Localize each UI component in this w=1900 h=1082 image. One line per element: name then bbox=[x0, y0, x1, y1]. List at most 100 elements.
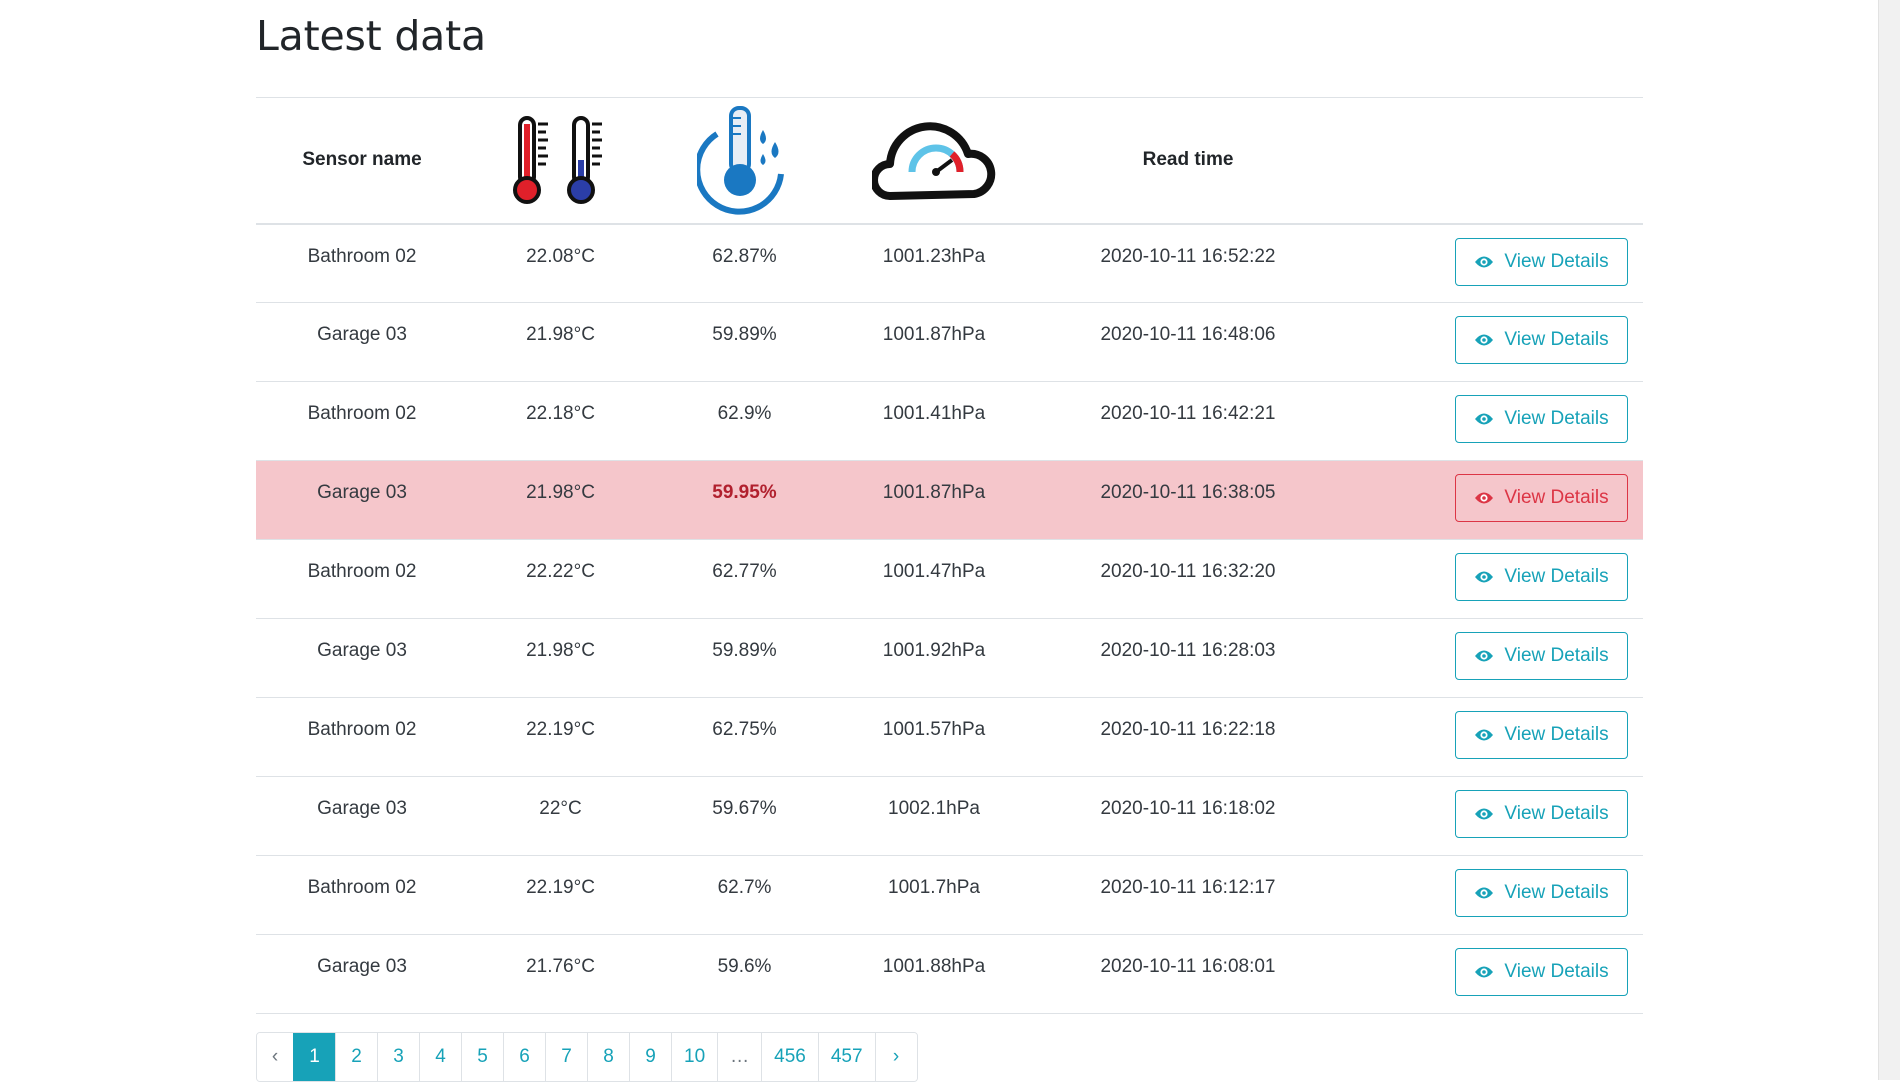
pagination-page-6[interactable]: 6 bbox=[503, 1033, 545, 1081]
pagination-page-456[interactable]: 456 bbox=[761, 1033, 818, 1081]
view-details-button[interactable]: View Details bbox=[1455, 790, 1628, 838]
sensor-name-cell: Garage 03 bbox=[256, 460, 468, 540]
pagination-page-8[interactable]: 8 bbox=[587, 1033, 629, 1081]
humidity-cell: 59.95% bbox=[653, 460, 836, 540]
view-details-label: View Details bbox=[1504, 487, 1609, 508]
action-cell: View Details bbox=[1344, 381, 1643, 461]
pressure-cell: 1001.7hPa bbox=[836, 855, 1032, 935]
action-cell: View Details bbox=[1344, 539, 1643, 619]
eye-icon bbox=[1474, 649, 1494, 663]
eye-icon bbox=[1474, 965, 1494, 979]
pressure-cell: 1001.88hPa bbox=[836, 934, 1032, 1014]
table-row: Bathroom 02 22.19°C 62.7% 1001.7hPa 2020-10-… bbox=[256, 855, 1643, 935]
pagination: ‹ 1 2 3 4 5 6 7 8 9 10… 456 457 › bbox=[256, 1032, 918, 1082]
view-details-label: View Details bbox=[1504, 408, 1609, 429]
table-row: Bathroom 02 22.08°C 62.87% 1001.23hPa 2020-1… bbox=[256, 223, 1643, 303]
humidity-cell: 59.6% bbox=[653, 934, 836, 1014]
read-time-cell: 2020-10-11 16:08:01 bbox=[1032, 934, 1344, 1014]
read-time-cell: 2020-10-11 16:12:17 bbox=[1032, 855, 1344, 935]
pagination-page-7[interactable]: 7 bbox=[545, 1033, 587, 1081]
view-details-button[interactable]: View Details bbox=[1455, 632, 1628, 680]
eye-icon bbox=[1474, 412, 1494, 426]
humidity-cell: 62.9% bbox=[653, 381, 836, 461]
view-details-button[interactable]: View Details bbox=[1455, 948, 1628, 996]
sensor-name-cell: Bathroom 02 bbox=[256, 381, 468, 461]
view-details-button[interactable]: View Details bbox=[1455, 395, 1628, 443]
column-header-read-time: Read time bbox=[1032, 97, 1344, 225]
sensor-name-cell: Bathroom 02 bbox=[256, 223, 468, 303]
eye-icon bbox=[1474, 570, 1494, 584]
page-scrollbar[interactable] bbox=[1878, 0, 1900, 1080]
view-details-label: View Details bbox=[1504, 250, 1609, 272]
eye-icon bbox=[1474, 728, 1494, 742]
eye-icon bbox=[1474, 333, 1494, 347]
pressure-cell: 1001.23hPa bbox=[836, 223, 1032, 303]
view-details-button[interactable]: View Details bbox=[1455, 711, 1628, 759]
column-header-sensor-name: Sensor name bbox=[256, 97, 468, 225]
table-row: Garage 03 21.98°C 59.89% 1001.87hPa 2020-10-… bbox=[256, 302, 1643, 382]
pagination-page-4[interactable]: 4 bbox=[419, 1033, 461, 1081]
pagination-page-1[interactable]: 1 bbox=[293, 1033, 335, 1081]
table-row: Garage 03 21.98°C 59.95% 1001.87hPa 2020-10-… bbox=[256, 460, 1643, 540]
sensor-name-cell: Bathroom 02 bbox=[256, 855, 468, 935]
pagination-page-9[interactable]: 9 bbox=[629, 1033, 671, 1081]
sensor-name-cell: Bathroom 02 bbox=[256, 539, 468, 619]
pagination-page-5[interactable]: 5 bbox=[461, 1033, 503, 1081]
sensor-name-cell: Garage 03 bbox=[256, 618, 468, 698]
sensor-name-cell: Bathroom 02 bbox=[256, 697, 468, 777]
humidity-cell: 62.77% bbox=[653, 539, 836, 619]
pressure-cell: 1001.47hPa bbox=[836, 539, 1032, 619]
humidity-cell: 62.87% bbox=[653, 223, 836, 303]
action-cell: View Details bbox=[1344, 618, 1643, 698]
pressure-cell: 1002.1hPa bbox=[836, 776, 1032, 856]
pagination-ellipsis: … bbox=[717, 1033, 762, 1081]
view-details-label: View Details bbox=[1504, 961, 1609, 982]
pagination-page-2[interactable]: 2 bbox=[335, 1033, 377, 1081]
pressure-cell: 1001.92hPa bbox=[836, 618, 1032, 698]
eye-icon bbox=[1474, 491, 1494, 505]
table-row: Bathroom 02 22.22°C 62.77% 1001.47hPa 2020-1… bbox=[256, 539, 1643, 619]
table-row: Bathroom 02 22.18°C 62.9% 1001.41hPa 2020-10… bbox=[256, 381, 1643, 461]
humidity-cell: 62.75% bbox=[653, 697, 836, 777]
pressure-gauge-cloud-icon bbox=[872, 122, 996, 201]
pagination-prev[interactable]: ‹ bbox=[257, 1033, 293, 1081]
read-time-cell: 2020-10-11 16:28:03 bbox=[1032, 618, 1344, 698]
pagination-page-457[interactable]: 457 bbox=[817, 1033, 875, 1081]
pagination-next[interactable]: › bbox=[874, 1033, 917, 1081]
main-container: Latest data Sensor name Read time Bathro… bbox=[256, 0, 1643, 1014]
pagination-page-3[interactable]: 3 bbox=[377, 1033, 419, 1081]
column-header-actions bbox=[1344, 97, 1643, 225]
view-details-label: View Details bbox=[1504, 803, 1609, 824]
view-details-button[interactable]: View Details bbox=[1455, 316, 1628, 364]
table-header-row: Sensor name Read time bbox=[256, 97, 1643, 225]
action-cell: View Details bbox=[1344, 460, 1643, 540]
view-details-button[interactable]: View Details bbox=[1455, 474, 1628, 522]
view-details-label: View Details bbox=[1504, 329, 1609, 350]
humidity-cell: 59.89% bbox=[653, 618, 836, 698]
sensor-name-cell: Garage 03 bbox=[256, 776, 468, 856]
pressure-cell: 1001.87hPa bbox=[836, 460, 1032, 540]
read-time-cell: 2020-10-11 16:22:18 bbox=[1032, 697, 1344, 777]
temperature-cell: 21.76°C bbox=[468, 934, 653, 1014]
column-header-humidity bbox=[653, 97, 836, 225]
table-row: Garage 03 21.98°C 59.89% 1001.92hPa 2020-10-… bbox=[256, 618, 1643, 698]
view-details-button[interactable]: View Details bbox=[1455, 869, 1628, 917]
view-details-button[interactable]: View Details bbox=[1455, 237, 1628, 286]
view-details-label: View Details bbox=[1504, 724, 1609, 745]
action-cell: View Details bbox=[1344, 697, 1643, 777]
humidity-thermometer-icon bbox=[696, 106, 784, 215]
action-cell: View Details bbox=[1344, 855, 1643, 935]
temperature-cell: 22°C bbox=[468, 776, 653, 856]
temperature-cell: 22.18°C bbox=[468, 381, 653, 461]
pagination-page-10[interactable]: 10 bbox=[671, 1033, 718, 1081]
view-details-label: View Details bbox=[1504, 566, 1609, 587]
read-time-cell: 2020-10-11 16:42:21 bbox=[1032, 381, 1344, 461]
temperature-cell: 22.19°C bbox=[468, 697, 653, 777]
read-time-cell: 2020-10-11 16:18:02 bbox=[1032, 776, 1344, 856]
pressure-cell: 1001.87hPa bbox=[836, 302, 1032, 382]
temperature-cell: 22.22°C bbox=[468, 539, 653, 619]
view-details-button[interactable]: View Details bbox=[1455, 553, 1628, 601]
temperature-cell: 22.08°C bbox=[468, 223, 653, 303]
action-cell: View Details bbox=[1344, 302, 1643, 382]
eye-icon bbox=[1474, 255, 1494, 269]
